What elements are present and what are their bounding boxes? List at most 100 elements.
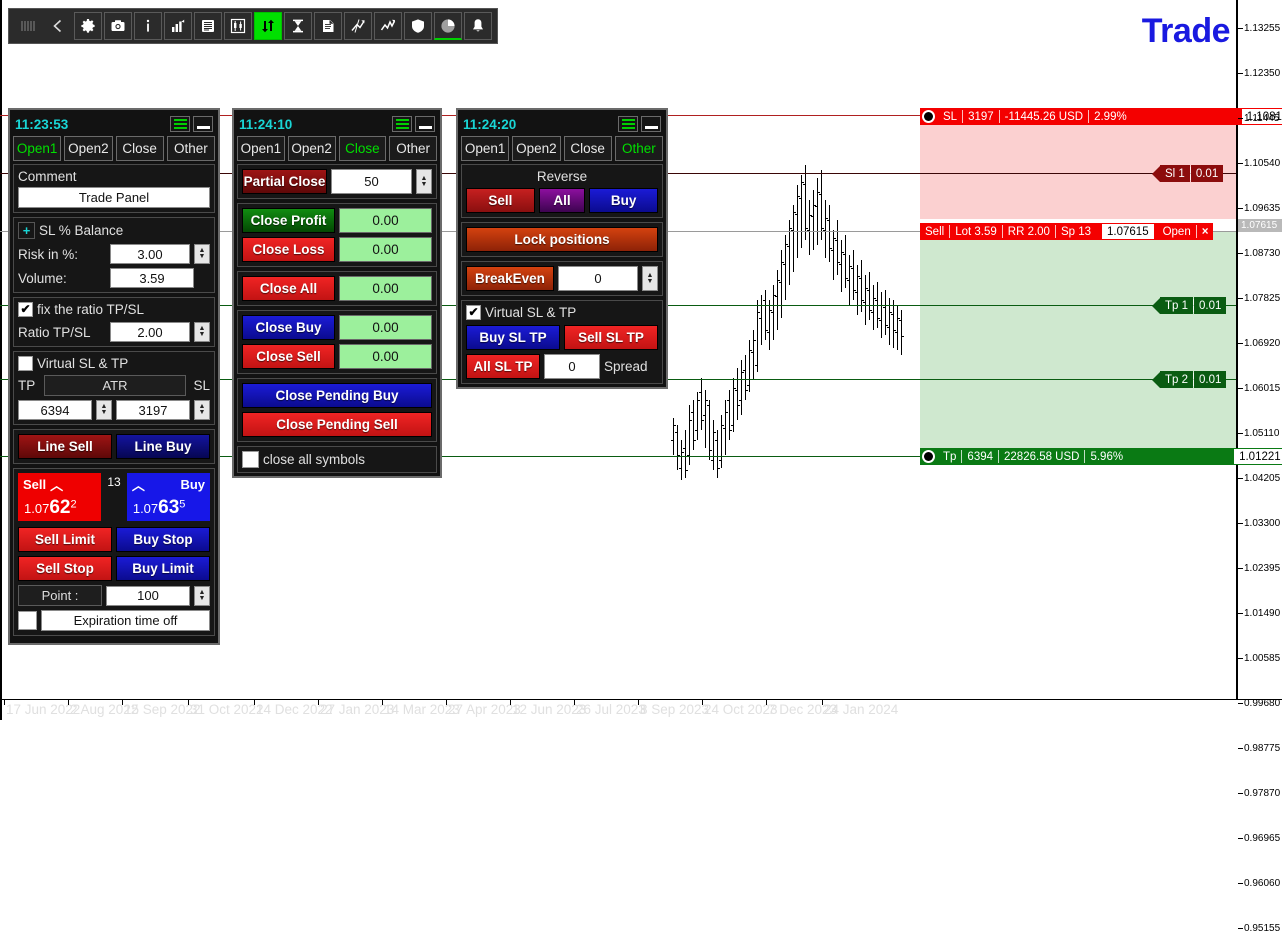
bar-chart-icon[interactable] <box>164 12 192 40</box>
expiration-label[interactable]: Expiration time off <box>41 610 210 631</box>
sell-stop-button[interactable]: Sell Stop <box>18 556 112 581</box>
tab-other[interactable]: Other <box>614 136 663 161</box>
price-axis[interactable]: 1.13255 1.12350 1.11445 1.10540 1.09635 1.087… <box>1238 0 1282 934</box>
hourglass-icon[interactable] <box>284 12 312 40</box>
tab-other[interactable]: Other <box>166 136 215 161</box>
take-profit-tag[interactable]: Tp 6394 22826.58 USD 5.96% 1.01221 <box>920 448 1282 465</box>
trade-panel-open1[interactable]: 11:23:53 Open1 Open2 Close Other Comment… <box>8 108 220 645</box>
spread-input[interactable]: 0 <box>544 354 600 379</box>
lock-positions-button[interactable]: Lock positions <box>466 227 658 252</box>
fix-ratio-checkbox[interactable]: ✔ <box>18 302 33 317</box>
risk-input[interactable]: 3.00 <box>110 244 190 264</box>
tab-close[interactable]: Close <box>338 136 387 161</box>
close-pending-buy-button[interactable]: Close Pending Buy <box>242 383 432 408</box>
close-all-symbols-checkbox[interactable] <box>242 451 259 468</box>
virtual-sltp-checkbox[interactable]: ✔ <box>466 305 481 320</box>
menu-hamburger-icon[interactable] <box>392 116 412 132</box>
menu-hamburger-icon[interactable] <box>618 116 638 132</box>
close-buy-button[interactable]: Close Buy <box>242 315 335 340</box>
camera-icon[interactable] <box>104 12 132 40</box>
candle-settings-icon[interactable] <box>224 12 252 40</box>
close-loss-button[interactable]: Close Loss <box>242 237 335 262</box>
panel-tabs[interactable]: Open1 Open2 Close Other <box>13 136 215 161</box>
bars-grid-icon[interactable] <box>14 12 42 40</box>
drag-pin-icon[interactable] <box>922 110 935 123</box>
shield-icon[interactable] <box>404 12 432 40</box>
expiration-checkbox[interactable] <box>18 611 37 630</box>
close-icon[interactable]: × <box>1197 226 1214 238</box>
sl1-tag[interactable]: Sl 1 0.01 <box>1152 165 1224 182</box>
close-all-button[interactable]: Close All <box>242 276 335 301</box>
list-icon[interactable] <box>194 12 222 40</box>
info-icon[interactable] <box>134 12 162 40</box>
tab-close[interactable]: Close <box>115 136 164 161</box>
tab-other[interactable]: Other <box>389 136 437 161</box>
expand-sl-button[interactable]: + <box>18 222 35 239</box>
pie-chart-icon[interactable] <box>434 12 462 40</box>
virtual-sltp-checkbox[interactable] <box>18 356 33 371</box>
gear-icon[interactable] <box>74 12 102 40</box>
minimize-icon[interactable] <box>415 116 435 132</box>
tp-stepper[interactable]: ▲ ▼ <box>96 400 112 420</box>
close-profit-button[interactable]: Close Profit <box>242 208 335 233</box>
tp2-tag[interactable]: Tp 2 0.01 <box>1152 371 1227 388</box>
all-sl-tp-button[interactable]: All SL TP <box>466 354 540 379</box>
sl-input[interactable]: 3197 <box>116 400 190 420</box>
tab-open2[interactable]: Open2 <box>287 136 336 161</box>
zigzag-icon[interactable] <box>374 12 402 40</box>
time-axis[interactable]: 17 Jun 2022 2 Aug 2022 15 Sep 2022 31 Oct 2… <box>0 700 1236 720</box>
stop-loss-tag[interactable]: SL 3197 -11445.26 USD 2.99% 1.10812 <box>920 108 1282 125</box>
sl-stepper[interactable]: ▲ ▼ <box>194 400 210 420</box>
risk-stepper[interactable]: ▲ ▼ <box>194 244 210 264</box>
order-tag[interactable]: Sell Lot 3.59 RR 2.00 Sp 13 1.07615 Open… <box>920 223 1214 240</box>
tab-open1[interactable]: Open1 <box>237 136 285 161</box>
breakeven-input[interactable]: 0 <box>557 266 638 291</box>
comment-input[interactable]: Trade Panel <box>18 187 210 208</box>
ratio-input[interactable]: 2.00 <box>110 322 190 342</box>
partial-close-input[interactable]: 50 <box>330 169 412 194</box>
menu-hamburger-icon[interactable] <box>170 116 190 132</box>
tp1-tag[interactable]: Tp 1 0.01 <box>1152 297 1227 314</box>
atr-select[interactable]: ATR <box>44 375 186 396</box>
point-stepper[interactable]: ▲ ▼ <box>194 585 210 606</box>
minimize-icon[interactable] <box>641 116 661 132</box>
reverse-sell-button[interactable]: Sell <box>466 188 535 213</box>
close-pending-sell-button[interactable]: Close Pending Sell <box>242 412 432 437</box>
back-chevron-icon[interactable] <box>44 12 72 40</box>
trade-panel-close[interactable]: 11:24:10 Open1 Open2 Close Other Partial… <box>232 108 442 478</box>
chart-toolbar[interactable] <box>8 8 498 44</box>
note-icon[interactable] <box>314 12 342 40</box>
trade-panel-other[interactable]: 11:24:20 Open1 Open2 Close Other Reverse… <box>456 108 668 389</box>
minimize-icon[interactable] <box>193 116 213 132</box>
partial-close-button[interactable]: Partial Close <box>242 169 327 194</box>
tab-open1[interactable]: Open1 <box>461 136 510 161</box>
trend-up-icon[interactable] <box>344 12 372 40</box>
point-input[interactable]: 100 <box>106 585 190 606</box>
partial-close-stepper[interactable]: ▲ ▼ <box>416 169 432 194</box>
tab-close[interactable]: Close <box>563 136 612 161</box>
line-buy-button[interactable]: Line Buy <box>116 434 210 459</box>
trade-toggle-icon[interactable] <box>254 12 282 40</box>
panel-tabs[interactable]: Open1 Open2 Close Other <box>237 136 437 161</box>
bell-icon[interactable] <box>464 12 492 40</box>
breakeven-stepper[interactable]: ▲ ▼ <box>642 266 658 291</box>
panel-tabs[interactable]: Open1 Open2 Close Other <box>461 136 663 161</box>
sell-limit-button[interactable]: Sell Limit <box>18 527 112 552</box>
tab-open2[interactable]: Open2 <box>512 136 561 161</box>
sell-button[interactable]: Sell ︿ 1.07622 <box>18 473 102 521</box>
line-sell-button[interactable]: Line Sell <box>18 434 112 459</box>
drag-pin-icon[interactable] <box>922 450 935 463</box>
tab-open2[interactable]: Open2 <box>64 136 113 161</box>
volume-input[interactable]: 3.59 <box>110 268 194 288</box>
sell-sl-tp-button[interactable]: Sell SL TP <box>564 325 658 350</box>
tp-input[interactable]: 6394 <box>18 400 92 420</box>
close-sell-button[interactable]: Close Sell <box>242 344 335 369</box>
reverse-buy-button[interactable]: Buy <box>589 188 658 213</box>
buy-button[interactable]: ︿ Buy 1.07635 <box>126 473 210 521</box>
breakeven-button[interactable]: BreakEven <box>466 266 554 291</box>
buy-limit-button[interactable]: Buy Limit <box>116 556 210 581</box>
order-state[interactable]: Open <box>1158 223 1196 240</box>
tab-open1[interactable]: Open1 <box>13 136 62 161</box>
buy-stop-button[interactable]: Buy Stop <box>116 527 210 552</box>
buy-sl-tp-button[interactable]: Buy SL TP <box>466 325 560 350</box>
